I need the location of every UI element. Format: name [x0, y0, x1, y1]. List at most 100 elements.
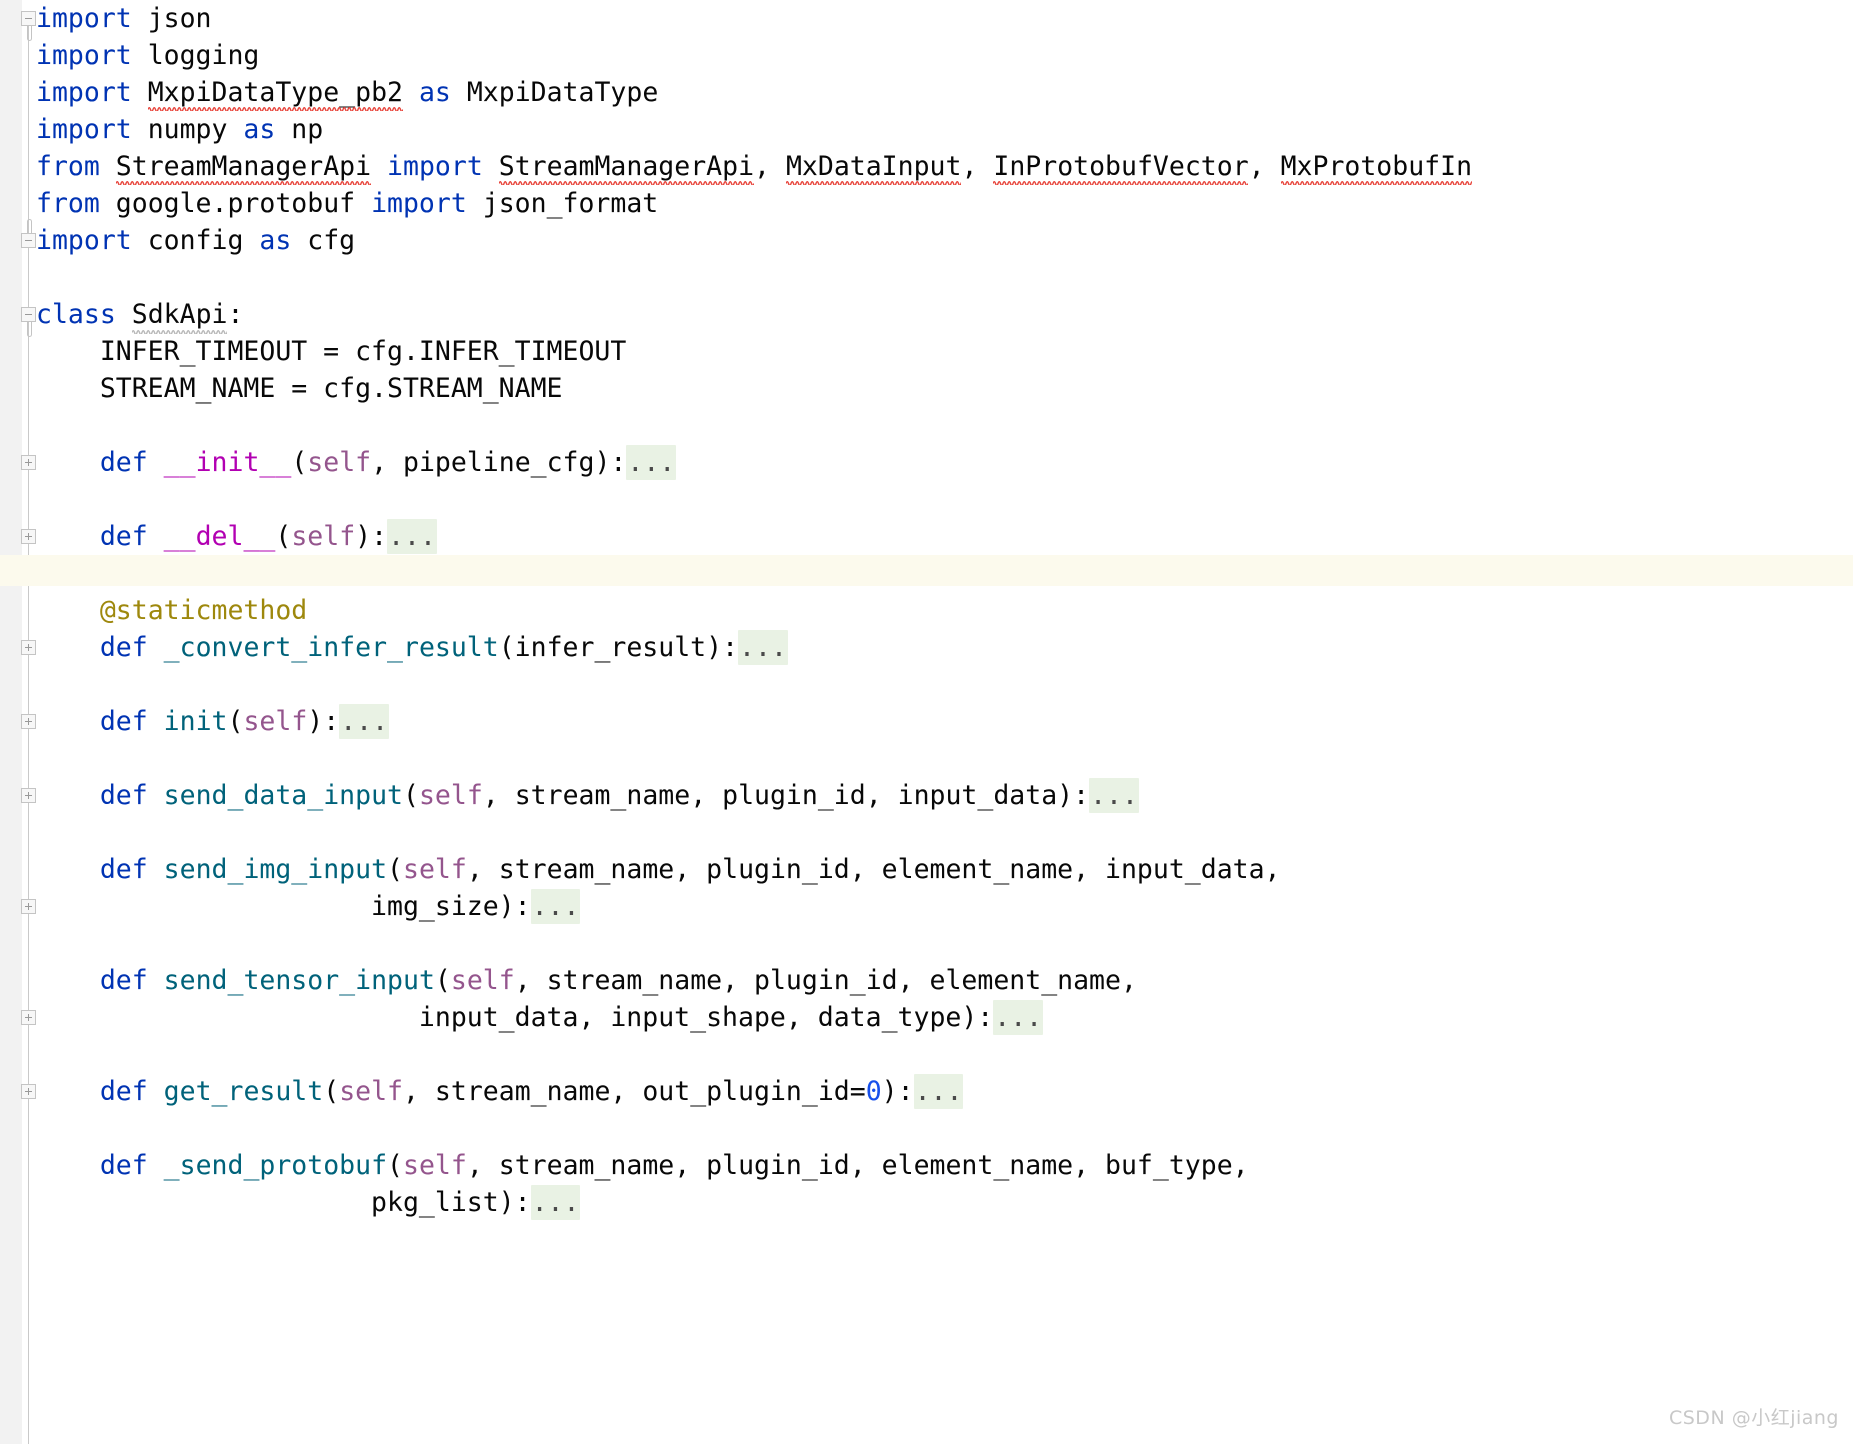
- code-token: :: [227, 299, 244, 330]
- watermark: CSDN @小红jiang: [1668, 1407, 1839, 1429]
- code-line[interactable]: import numpy as np: [36, 111, 323, 148]
- code-token: ):: [307, 706, 340, 737]
- folded-code-placeholder[interactable]: ...: [993, 1000, 1044, 1035]
- code-line[interactable]: def _convert_infer_result(infer_result):…: [36, 629, 788, 666]
- code-line[interactable]: input_data, input_shape, data_type):...: [36, 999, 1044, 1036]
- code-line[interactable]: import MxpiDataType_pb2 as MxpiDataType: [36, 74, 658, 111]
- code-token: import: [371, 188, 467, 219]
- code-token: __init__: [163, 447, 292, 478]
- code-token: import: [36, 77, 132, 108]
- code-token: as: [418, 77, 451, 108]
- code-token: 0: [865, 1076, 882, 1107]
- code-token: get_result: [163, 1076, 324, 1107]
- folded-code-placeholder[interactable]: ...: [387, 519, 437, 554]
- code-token: __del__: [163, 521, 276, 552]
- code-token: def: [99, 706, 148, 737]
- code-token: self: [339, 1076, 404, 1107]
- code-line[interactable]: from StreamManagerApi import StreamManag…: [36, 148, 1472, 185]
- code-token: import: [36, 225, 132, 256]
- code-token: google.protobuf: [99, 188, 372, 219]
- code-token: from: [36, 188, 100, 219]
- code-line[interactable]: pkg_list):...: [36, 1184, 581, 1221]
- code-line[interactable]: def send_tensor_input(self, stream_name,…: [36, 962, 1137, 999]
- code-token: (: [275, 521, 292, 552]
- code-token: class: [36, 299, 116, 330]
- code-token: self: [307, 447, 372, 478]
- code-token: json_format: [466, 188, 659, 219]
- typo-squiggle: [1280, 179, 1472, 185]
- code-line[interactable]: @staticmethod: [36, 592, 307, 629]
- code-token: cfg: [291, 225, 356, 256]
- code-token: self: [291, 521, 356, 552]
- folded-code-placeholder[interactable]: ...: [738, 630, 788, 665]
- code-content[interactable]: import json import logging import MxpiData…: [0, 0, 1853, 1444]
- code-token: INFER_TIMEOUT = cfg.INFER_TIMEOUT: [36, 336, 627, 367]
- code-token: np: [275, 114, 324, 145]
- code-token: _convert_infer_result: [163, 632, 499, 663]
- code-token: (: [403, 780, 419, 811]
- code-line[interactable]: class SdkApi:: [36, 296, 244, 334]
- code-token: from: [36, 151, 100, 182]
- code-line[interactable]: import config as cfg: [36, 222, 355, 259]
- code-token: (: [434, 965, 451, 996]
- code-line[interactable]: def init(self):...: [36, 703, 390, 740]
- code-token: , pipeline_cfg):: [371, 447, 627, 478]
- code-token: numpy: [131, 114, 244, 145]
- code-token: json: [131, 3, 212, 34]
- code-token: import: [36, 40, 132, 71]
- code-line[interactable]: def get_result(self, stream_name, out_pl…: [36, 1073, 964, 1110]
- folded-code-placeholder[interactable]: ...: [626, 445, 677, 480]
- code-line[interactable]: def send_data_input(self, stream_name, p…: [36, 777, 1139, 814]
- code-line[interactable]: STREAM_NAME = cfg.STREAM_NAME: [36, 370, 563, 407]
- code-line[interactable]: def send_img_input(self, stream_name, pl…: [36, 851, 1281, 888]
- code-token: config: [131, 225, 260, 256]
- code-token: (: [227, 706, 244, 737]
- code-line[interactable]: img_size):...: [36, 888, 581, 925]
- spelling-typo-token: StreamManagerApi: [498, 148, 754, 185]
- spelling-typo-token: MxProtobufIn: [1280, 148, 1472, 185]
- code-line[interactable]: def __del__(self):...: [36, 518, 437, 555]
- code-token: STREAM_NAME = cfg.STREAM_NAME: [36, 373, 563, 404]
- code-token: ,: [961, 151, 994, 182]
- code-line[interactable]: import json: [36, 0, 212, 37]
- folded-code-placeholder[interactable]: ...: [530, 1185, 581, 1220]
- code-token: , stream_name, plugin_id, input_data):: [482, 780, 1090, 811]
- code-token: import: [387, 151, 483, 182]
- code-token: (: [387, 854, 404, 885]
- code-line[interactable]: from google.protobuf import json_format: [36, 185, 658, 222]
- code-token: def: [99, 1076, 148, 1107]
- folded-code-placeholder[interactable]: ...: [1089, 778, 1139, 813]
- folded-code-placeholder[interactable]: ...: [339, 704, 390, 739]
- weak-warning-token: SdkApi: [131, 296, 228, 334]
- code-token: , stream_name, out_plugin_id=: [403, 1076, 866, 1107]
- folded-code-placeholder[interactable]: ...: [913, 1074, 964, 1109]
- spelling-typo-token: MxpiDataType_pb2: [147, 74, 403, 111]
- code-token: self: [243, 706, 308, 737]
- code-line[interactable]: def __init__(self, pipeline_cfg):...: [36, 444, 677, 481]
- code-token: (: [323, 1076, 340, 1107]
- code-line[interactable]: INFER_TIMEOUT = cfg.INFER_TIMEOUT: [36, 333, 627, 370]
- code-token: def: [99, 632, 148, 663]
- code-token: (: [291, 447, 308, 478]
- code-token: def: [99, 965, 148, 996]
- code-token: def: [99, 854, 148, 885]
- code-line[interactable]: def _send_protobuf(self, stream_name, pl…: [36, 1147, 1249, 1184]
- spelling-typo-token: MxDataInput: [785, 148, 962, 185]
- code-editor[interactable]: import json import logging import MxpiData…: [0, 0, 1853, 1444]
- code-line[interactable]: import logging: [36, 37, 259, 74]
- folded-code-placeholder[interactable]: ...: [530, 889, 581, 924]
